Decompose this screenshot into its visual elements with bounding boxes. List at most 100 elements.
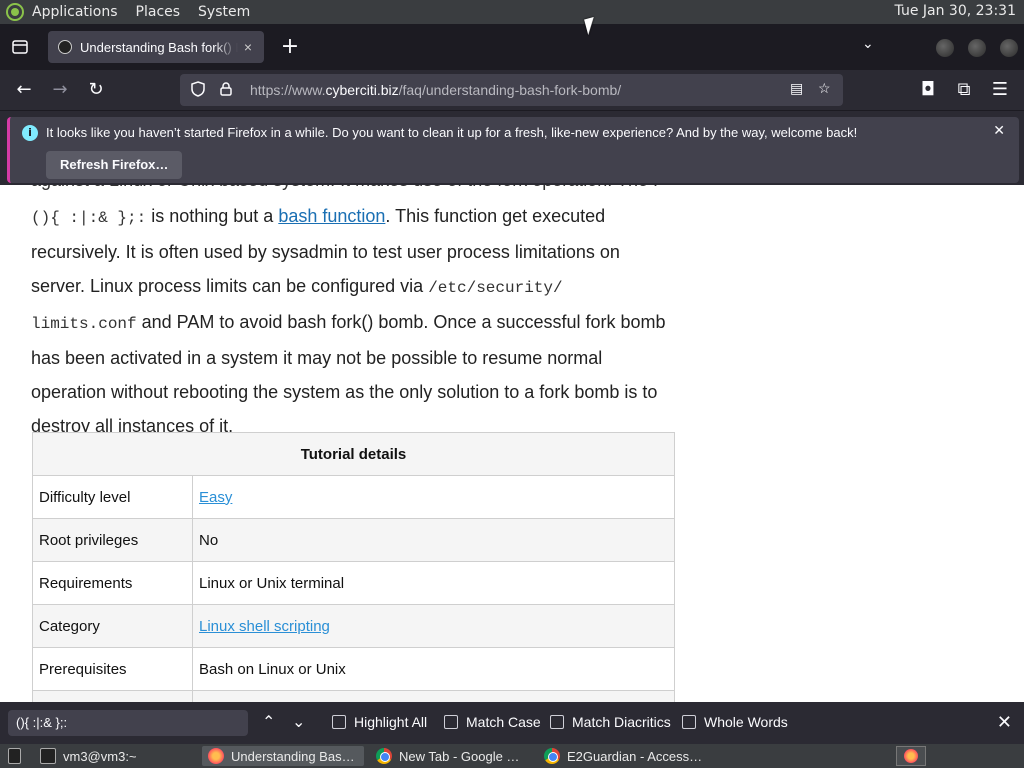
tutorial-details-table: Tutorial details Difficulty level Easy R… bbox=[32, 432, 675, 702]
maximize-window-button[interactable] bbox=[968, 39, 986, 57]
list-all-tabs-chevron-down-icon[interactable]: ⌄ bbox=[862, 36, 874, 52]
page-content[interactable]: against a Linux or Unix based system. It… bbox=[0, 185, 1024, 702]
difficulty-link[interactable]: Easy bbox=[199, 489, 232, 506]
row-key: Requirements bbox=[32, 561, 193, 605]
url-path: /faq/understanding-bash-fork-bomb/ bbox=[398, 82, 622, 98]
bookmark-star-icon[interactable]: ☆ bbox=[818, 80, 831, 97]
arrow-left-icon: ← bbox=[16, 79, 32, 100]
row-value: Bash on Linux or Unix bbox=[192, 647, 675, 691]
table-row: Root privileges No bbox=[32, 518, 675, 562]
match-diacritics-checkbox[interactable]: Match Diacritics bbox=[550, 714, 671, 730]
extensions-button[interactable]: ⧉ bbox=[952, 78, 976, 102]
reload-button[interactable]: ↻ bbox=[84, 78, 108, 102]
pocket-icon: ◘ bbox=[920, 79, 936, 100]
row-key: Root privileges bbox=[32, 518, 193, 562]
applications-menu[interactable]: Applications bbox=[30, 4, 120, 20]
checkbox-box[interactable] bbox=[550, 715, 564, 729]
back-button[interactable]: ← bbox=[12, 78, 36, 102]
firefox-view-icon bbox=[12, 40, 28, 54]
taskbar-item-firefox[interactable]: Understanding Bas… bbox=[202, 746, 364, 766]
system-top-panel: Applications Places System Tue Jan 30, 2… bbox=[0, 0, 1024, 24]
refresh-firefox-notification: i It looks like you haven’t started Fire… bbox=[0, 110, 1024, 185]
find-input[interactable]: (){ :|:& };: bbox=[8, 710, 248, 736]
category-link[interactable]: Linux shell scripting bbox=[199, 618, 330, 635]
show-desktop-icon bbox=[8, 748, 21, 764]
url-text[interactable]: https://www.cyberciti.biz/faq/understand… bbox=[250, 82, 621, 98]
match-diacritics-label: Match Diacritics bbox=[572, 714, 671, 730]
system-menu[interactable]: System bbox=[196, 4, 252, 20]
table-row: Requirements Linux or Unix terminal bbox=[32, 561, 675, 605]
address-bar[interactable]: https://www.cyberciti.biz/faq/understand… bbox=[180, 74, 843, 106]
match-case-label: Match Case bbox=[466, 714, 541, 730]
show-desktop-button[interactable] bbox=[2, 746, 28, 766]
taskbar-item-chrome-e2guardian[interactable]: E2Guardian - Access… bbox=[538, 746, 708, 766]
notification-box: i It looks like you haven’t started Fire… bbox=[7, 117, 1019, 183]
tab-title: Understanding Bash fork() B bbox=[80, 39, 238, 55]
table-row: Category Linux shell scripting bbox=[32, 604, 675, 648]
firefox-icon bbox=[208, 748, 224, 764]
whole-words-checkbox[interactable]: Whole Words bbox=[682, 714, 788, 730]
article-cut-line: against a Linux or Unix based system. It… bbox=[31, 185, 658, 197]
reader-view-icon[interactable]: ▤ bbox=[790, 80, 803, 97]
checkbox-box[interactable] bbox=[444, 715, 458, 729]
row-key: Difficulty level bbox=[32, 475, 193, 519]
forward-button[interactable]: → bbox=[48, 78, 72, 102]
workspace-switcher[interactable] bbox=[896, 746, 926, 766]
bash-function-link[interactable]: bash function bbox=[278, 206, 385, 226]
table-header: Tutorial details bbox=[32, 432, 675, 476]
places-menu[interactable]: Places bbox=[134, 4, 183, 20]
article-paragraph: (){ :|:& };: is nothing but a bash funct… bbox=[31, 199, 671, 443]
notification-message: It looks like you haven’t started Firefo… bbox=[46, 125, 858, 140]
hamburger-menu-icon: ☰ bbox=[991, 79, 1009, 100]
bottom-taskbar: vm3@vm3:~ Understanding Bas… New Tab - G… bbox=[0, 744, 1024, 768]
firefox-view-button[interactable] bbox=[0, 24, 40, 70]
pocket-button[interactable]: ◘ bbox=[916, 78, 940, 102]
match-case-checkbox[interactable]: Match Case bbox=[444, 714, 541, 730]
checkbox-box[interactable] bbox=[332, 715, 346, 729]
row-value: Easy bbox=[192, 475, 675, 519]
find-bar: (){ :|:& };: ⌃ ⌄ Highlight All Match Cas… bbox=[0, 702, 1024, 744]
row-value: Linux shell scripting bbox=[192, 604, 675, 648]
chrome-icon bbox=[544, 748, 560, 764]
tracking-protection-shield-icon[interactable] bbox=[188, 80, 208, 100]
row-key bbox=[32, 690, 193, 702]
table-row bbox=[32, 690, 675, 702]
notification-close-icon[interactable]: ✕ bbox=[993, 123, 1005, 139]
highlight-all-label: Highlight All bbox=[354, 714, 428, 730]
tab-close-icon[interactable]: × bbox=[238, 39, 258, 55]
close-window-button[interactable] bbox=[1000, 39, 1018, 57]
row-value: No bbox=[192, 518, 675, 562]
taskbar-item-terminal[interactable]: vm3@vm3:~ bbox=[34, 746, 194, 766]
row-key: Prerequisites bbox=[32, 647, 193, 691]
checkbox-box[interactable] bbox=[682, 715, 696, 729]
tab-active[interactable]: Understanding Bash fork() B × bbox=[48, 31, 264, 63]
highlight-all-checkbox[interactable]: Highlight All bbox=[332, 714, 427, 730]
new-tab-button[interactable]: + bbox=[280, 34, 300, 60]
row-value: Linux or Unix terminal bbox=[192, 561, 675, 605]
url-domain: cyberciti.biz bbox=[325, 82, 399, 98]
taskbar-item-label: vm3@vm3:~ bbox=[63, 748, 137, 764]
find-bar-close-icon[interactable]: ✕ bbox=[997, 712, 1012, 733]
lock-icon[interactable] bbox=[216, 81, 236, 99]
clock[interactable]: Tue Jan 30, 23:31 bbox=[895, 3, 1016, 19]
refresh-firefox-button[interactable]: Refresh Firefox… bbox=[46, 151, 183, 179]
terminal-icon bbox=[40, 748, 56, 764]
find-next-chevron-down-icon[interactable]: ⌄ bbox=[292, 712, 305, 732]
chrome-icon bbox=[376, 748, 392, 764]
arrow-right-icon: → bbox=[52, 79, 68, 100]
taskbar-item-chrome-newtab[interactable]: New Tab - Google … bbox=[370, 746, 532, 766]
reload-icon: ↻ bbox=[88, 79, 104, 100]
app-menu-button[interactable]: ☰ bbox=[988, 78, 1012, 102]
row-key: Category bbox=[32, 604, 193, 648]
navigation-toolbar: ← → ↻ https://www.cyberciti.biz/faq/unde… bbox=[0, 70, 1024, 110]
site-favicon-icon bbox=[58, 40, 72, 54]
puzzle-piece-icon: ⧉ bbox=[957, 79, 971, 100]
whole-words-label: Whole Words bbox=[704, 714, 788, 730]
row-value bbox=[192, 690, 675, 702]
taskbar-item-label: Understanding Bas… bbox=[231, 748, 355, 764]
fork-bomb-code: (){ :|:& };: bbox=[31, 209, 147, 227]
find-previous-chevron-up-icon[interactable]: ⌃ bbox=[262, 712, 275, 732]
minimize-window-button[interactable] bbox=[936, 39, 954, 57]
distro-logo-icon[interactable] bbox=[6, 3, 24, 21]
table-row: Prerequisites Bash on Linux or Unix bbox=[32, 647, 675, 691]
